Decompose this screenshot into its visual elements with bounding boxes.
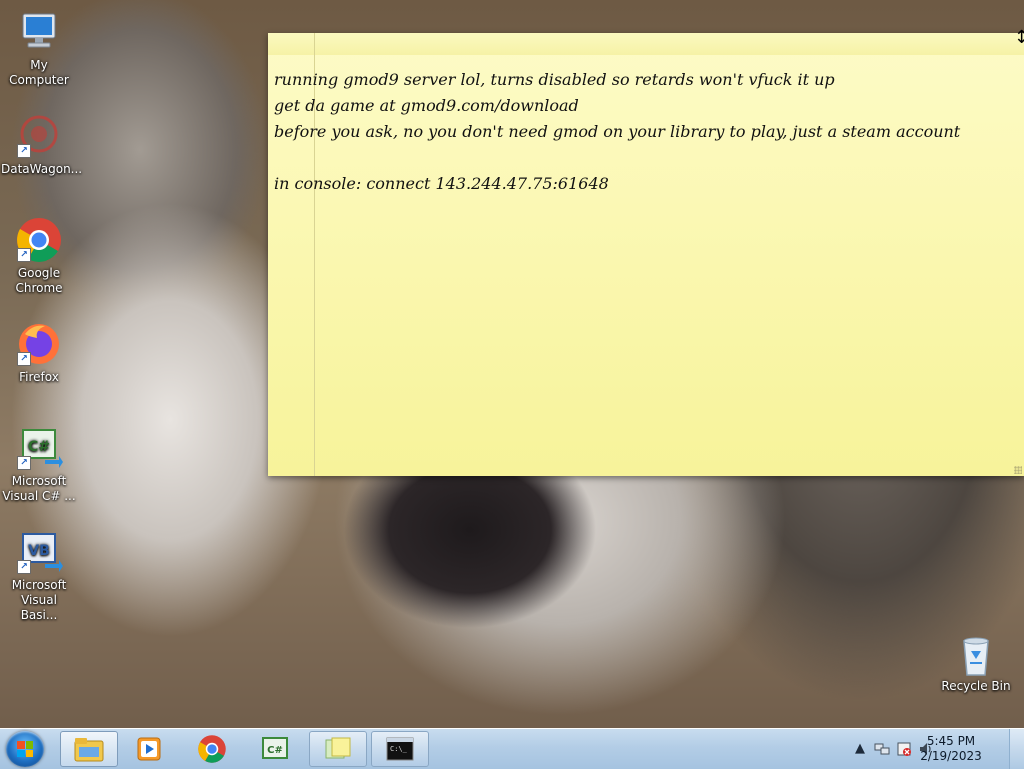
sticky-notes-icon bbox=[325, 737, 351, 759]
desktop-icon-label: Firefox bbox=[19, 370, 59, 384]
note-line bbox=[274, 145, 1014, 171]
svg-text:C:\_: C:\_ bbox=[390, 745, 408, 753]
shortcut-arrow-icon: ↗ bbox=[17, 144, 31, 158]
show-hidden-icons-chevron[interactable]: ▲ bbox=[852, 741, 868, 757]
visual-basic-icon: VB ↗ bbox=[15, 528, 63, 576]
taskbar-button-media-player[interactable] bbox=[120, 731, 178, 767]
svg-text:C#: C# bbox=[28, 439, 50, 455]
taskbar: C# C:\_ ▲ 5:45 PM 2/19/2023 bbox=[0, 728, 1024, 769]
firefox-icon: ↗ bbox=[15, 320, 63, 368]
chrome-icon bbox=[198, 735, 226, 763]
note-line: before you ask, no you don't need gmod o… bbox=[274, 122, 961, 141]
desktop-icon-label: Google Chrome bbox=[15, 266, 63, 295]
taskbar-clock[interactable]: 5:45 PM 2/19/2023 bbox=[916, 734, 986, 764]
visual-csharp-icon: C# bbox=[262, 737, 288, 759]
resize-cursor-icon: ↕ bbox=[1014, 27, 1024, 48]
network-icon[interactable] bbox=[874, 741, 890, 757]
sticky-note-window[interactable]: ↕ running gmod9 server lol, turns disabl… bbox=[268, 27, 1024, 476]
sticky-note-text[interactable]: running gmod9 server lol, turns disabled… bbox=[274, 67, 1014, 197]
clock-time: 5:45 PM bbox=[926, 734, 976, 748]
desktop-icon-label: My Computer bbox=[9, 58, 69, 87]
system-tray: ▲ 5:45 PM 2/19/2023 bbox=[834, 729, 1024, 769]
note-line: running gmod9 server lol, turns disabled… bbox=[274, 70, 835, 89]
svg-text:C#: C# bbox=[267, 745, 283, 756]
desktop-icon-visual-basic[interactable]: VB ↗ Microsoft Visual Basi... bbox=[1, 528, 77, 623]
recycle-bin-label: Recycle Bin bbox=[941, 679, 1011, 693]
taskbar-button-windows-explorer[interactable] bbox=[60, 731, 118, 767]
windows-explorer-icon bbox=[74, 738, 104, 762]
taskbar-button-sticky-notes[interactable] bbox=[309, 731, 367, 767]
desktop-icon-recycle-bin[interactable]: Recycle Bin bbox=[940, 633, 1012, 693]
desktop-icon-label: DataWagon... bbox=[1, 162, 83, 176]
action-center-icon[interactable] bbox=[896, 741, 912, 757]
desktop-icon-my-computer[interactable]: My Computer bbox=[1, 8, 77, 88]
desktop-icon-google-chrome[interactable]: ↗ Google Chrome bbox=[1, 216, 77, 296]
shortcut-arrow-icon: ↗ bbox=[17, 248, 31, 262]
shortcut-arrow-icon: ↗ bbox=[17, 456, 31, 470]
clock-date: 2/19/2023 bbox=[920, 749, 982, 763]
taskbar-button-command-prompt[interactable]: C:\_ bbox=[371, 731, 429, 767]
note-line: get da game at gmod9.com/download bbox=[274, 96, 579, 115]
my-computer-icon bbox=[15, 8, 63, 56]
taskbar-button-visual-csharp[interactable]: C# bbox=[246, 731, 304, 767]
chrome-icon: ↗ bbox=[15, 216, 63, 264]
visual-csharp-icon: C# ↗ bbox=[15, 424, 63, 472]
desktop-icon-label: Microsoft Visual C# ... bbox=[2, 474, 76, 503]
desktop-icon-label: Microsoft Visual Basi... bbox=[11, 578, 67, 622]
svg-text:VB: VB bbox=[28, 543, 50, 559]
sticky-note-resize-grip[interactable] bbox=[1014, 466, 1022, 474]
note-line: in console: connect 143.244.47.75:61648 bbox=[274, 174, 609, 193]
show-desktop-button[interactable] bbox=[1009, 729, 1024, 769]
command-prompt-icon: C:\_ bbox=[386, 737, 414, 761]
windows-start-orb-icon bbox=[17, 741, 33, 757]
desktop-icon-firefox[interactable]: ↗ Firefox bbox=[1, 320, 77, 385]
media-player-icon bbox=[137, 737, 161, 761]
recycle-bin-icon bbox=[956, 633, 996, 677]
shortcut-arrow-icon: ↗ bbox=[17, 352, 31, 366]
desktop-icon-visual-csharp[interactable]: C# ↗ Microsoft Visual C# ... bbox=[1, 424, 77, 504]
start-button[interactable] bbox=[6, 731, 44, 767]
sticky-note-title-bar[interactable] bbox=[268, 33, 1024, 55]
taskbar-button-chrome[interactable] bbox=[183, 731, 241, 767]
shortcut-arrow-icon: ↗ bbox=[17, 560, 31, 574]
desktop-icon-datawagon[interactable]: ↗ DataWagon... bbox=[1, 112, 83, 177]
datawagon-icon: ↗ bbox=[15, 112, 63, 160]
